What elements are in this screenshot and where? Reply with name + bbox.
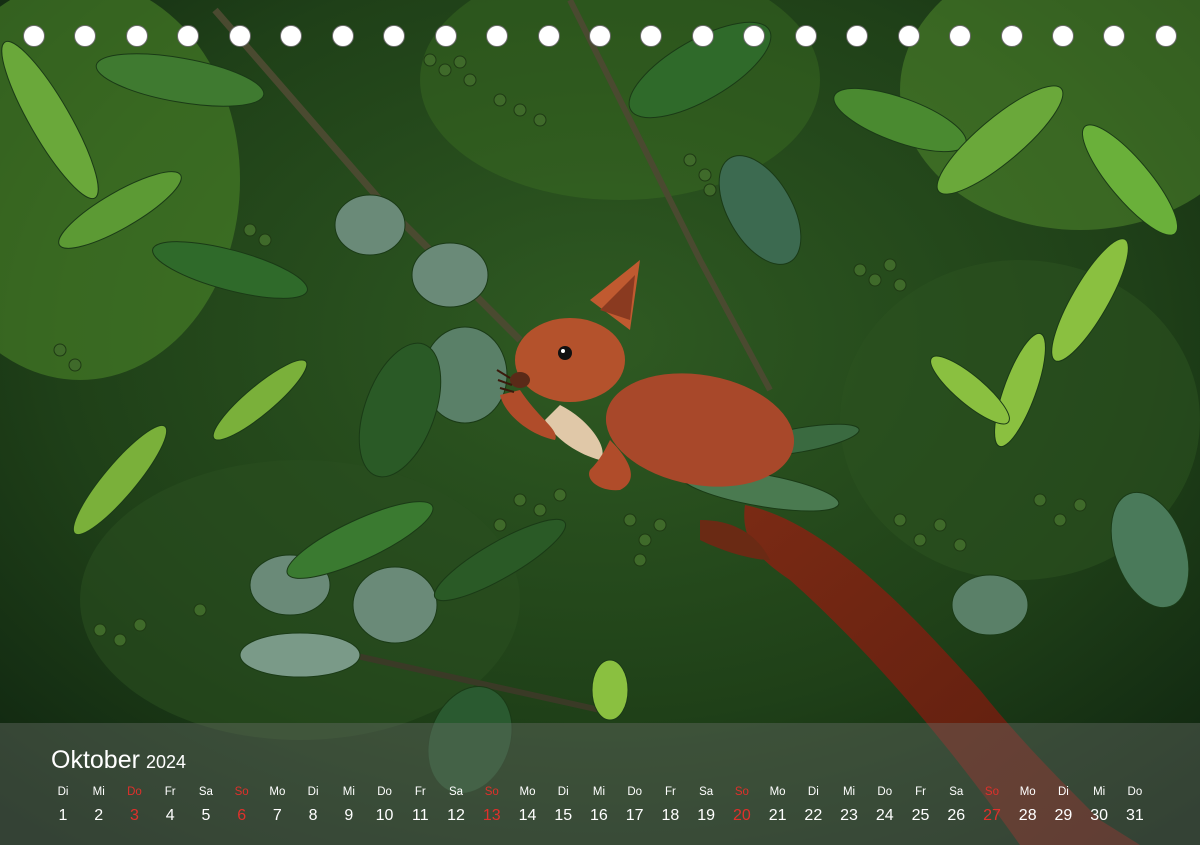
binding-hole: [949, 25, 972, 47]
day-number: 24: [875, 807, 894, 824]
binding-hole: [691, 25, 714, 47]
binding-hole: [794, 25, 817, 47]
day-number: 23: [840, 807, 858, 824]
calendar-photo: [0, 0, 1200, 845]
binding-hole: [846, 25, 869, 47]
day-number: 8: [308, 807, 318, 824]
weekday-label: Fr: [915, 786, 926, 798]
binding-hole: [743, 25, 766, 47]
day-number: 10: [375, 807, 394, 824]
weekday-label: Mi: [1093, 786, 1106, 798]
day-number: 27: [983, 807, 1001, 824]
weekday-label: Sa: [198, 786, 213, 798]
binding-hole: [640, 25, 663, 47]
binding-hole: [228, 25, 251, 47]
weekday-label: So: [734, 786, 749, 798]
weekday-label: Mo: [519, 786, 536, 798]
weekday-label: Do: [627, 786, 643, 798]
weekday-label: So: [984, 786, 999, 798]
weekday-label: Mi: [342, 786, 355, 798]
weekday-label: So: [234, 786, 249, 798]
day-number: 18: [661, 807, 680, 824]
weekday-label: Mo: [769, 786, 786, 798]
weekday-label: Sa: [949, 786, 964, 798]
weekday-label: Fr: [164, 786, 176, 798]
day-number: 26: [947, 807, 966, 824]
binding-hole: [1052, 25, 1074, 47]
weekday-label: Di: [1058, 786, 1069, 798]
day-number: 13: [482, 807, 501, 824]
weekday-label: Fr: [414, 786, 426, 798]
day-number: 28: [1018, 807, 1037, 824]
day-number: 11: [411, 807, 429, 824]
day-number: 19: [697, 807, 716, 824]
weekday-label: Mi: [92, 786, 105, 798]
binding-hole: [486, 25, 509, 47]
binding-hole: [588, 25, 611, 47]
weekday-label: So: [484, 786, 499, 798]
day-number: 1: [58, 807, 68, 824]
month-name: Oktober: [51, 746, 140, 774]
weekday-label: Do: [127, 786, 142, 798]
binding-hole: [125, 25, 148, 47]
day-number: 3: [130, 807, 139, 824]
binding-hole: [537, 25, 560, 47]
day-number: 9: [344, 807, 354, 824]
weekday-label: Di: [557, 786, 569, 798]
day-number: 20: [732, 807, 751, 824]
binding-hole: [434, 25, 457, 47]
weekday-label: Do: [877, 786, 893, 798]
binding-hole: [331, 25, 354, 47]
weekday-label: Mi: [842, 786, 856, 798]
binding-hole: [23, 25, 45, 47]
binding-hole: [177, 25, 200, 47]
day-number: 12: [447, 807, 465, 824]
weekday-label: Sa: [699, 786, 714, 798]
day-number: 25: [911, 807, 930, 824]
year-label: 2024: [145, 752, 186, 772]
weekday-label: Di: [307, 786, 319, 798]
day-number: 7: [272, 807, 282, 824]
weekday-label: Mo: [269, 786, 286, 798]
binding-holes: [0, 0, 1200, 70]
binding-hole: [1103, 25, 1126, 47]
binding-hole: [1000, 25, 1023, 47]
day-number: 17: [625, 807, 644, 824]
day-number: 29: [1054, 807, 1073, 824]
day-number: 4: [165, 807, 175, 824]
weekday-label: Sa: [448, 786, 464, 798]
day-number: 30: [1090, 807, 1109, 824]
calendar-bar: [0, 723, 1200, 845]
weekday-label: Di: [57, 786, 69, 798]
month-title: Oktober 2024: [51, 746, 186, 775]
weekday-label: Do: [1127, 786, 1143, 798]
day-number: 22: [804, 807, 823, 824]
day-number: 21: [768, 807, 787, 824]
weekday-label: Do: [377, 786, 392, 798]
weekday-label: Fr: [664, 786, 676, 798]
weekday-label: Di: [807, 786, 819, 798]
weekday-label: Mi: [592, 786, 605, 798]
weekday-label: Mo: [1019, 786, 1036, 798]
day-number: 16: [590, 807, 608, 824]
binding-hole: [897, 25, 920, 47]
day-number: 5: [201, 807, 211, 824]
binding-hole: [383, 25, 406, 47]
day-number: 31: [1125, 807, 1144, 824]
day-number: 2: [94, 807, 104, 824]
binding-hole: [1154, 25, 1177, 47]
day-number: 15: [554, 807, 573, 824]
binding-hole: [74, 25, 97, 47]
day-number: 14: [518, 807, 537, 824]
day-number: 6: [237, 807, 247, 824]
binding-hole: [280, 25, 303, 47]
